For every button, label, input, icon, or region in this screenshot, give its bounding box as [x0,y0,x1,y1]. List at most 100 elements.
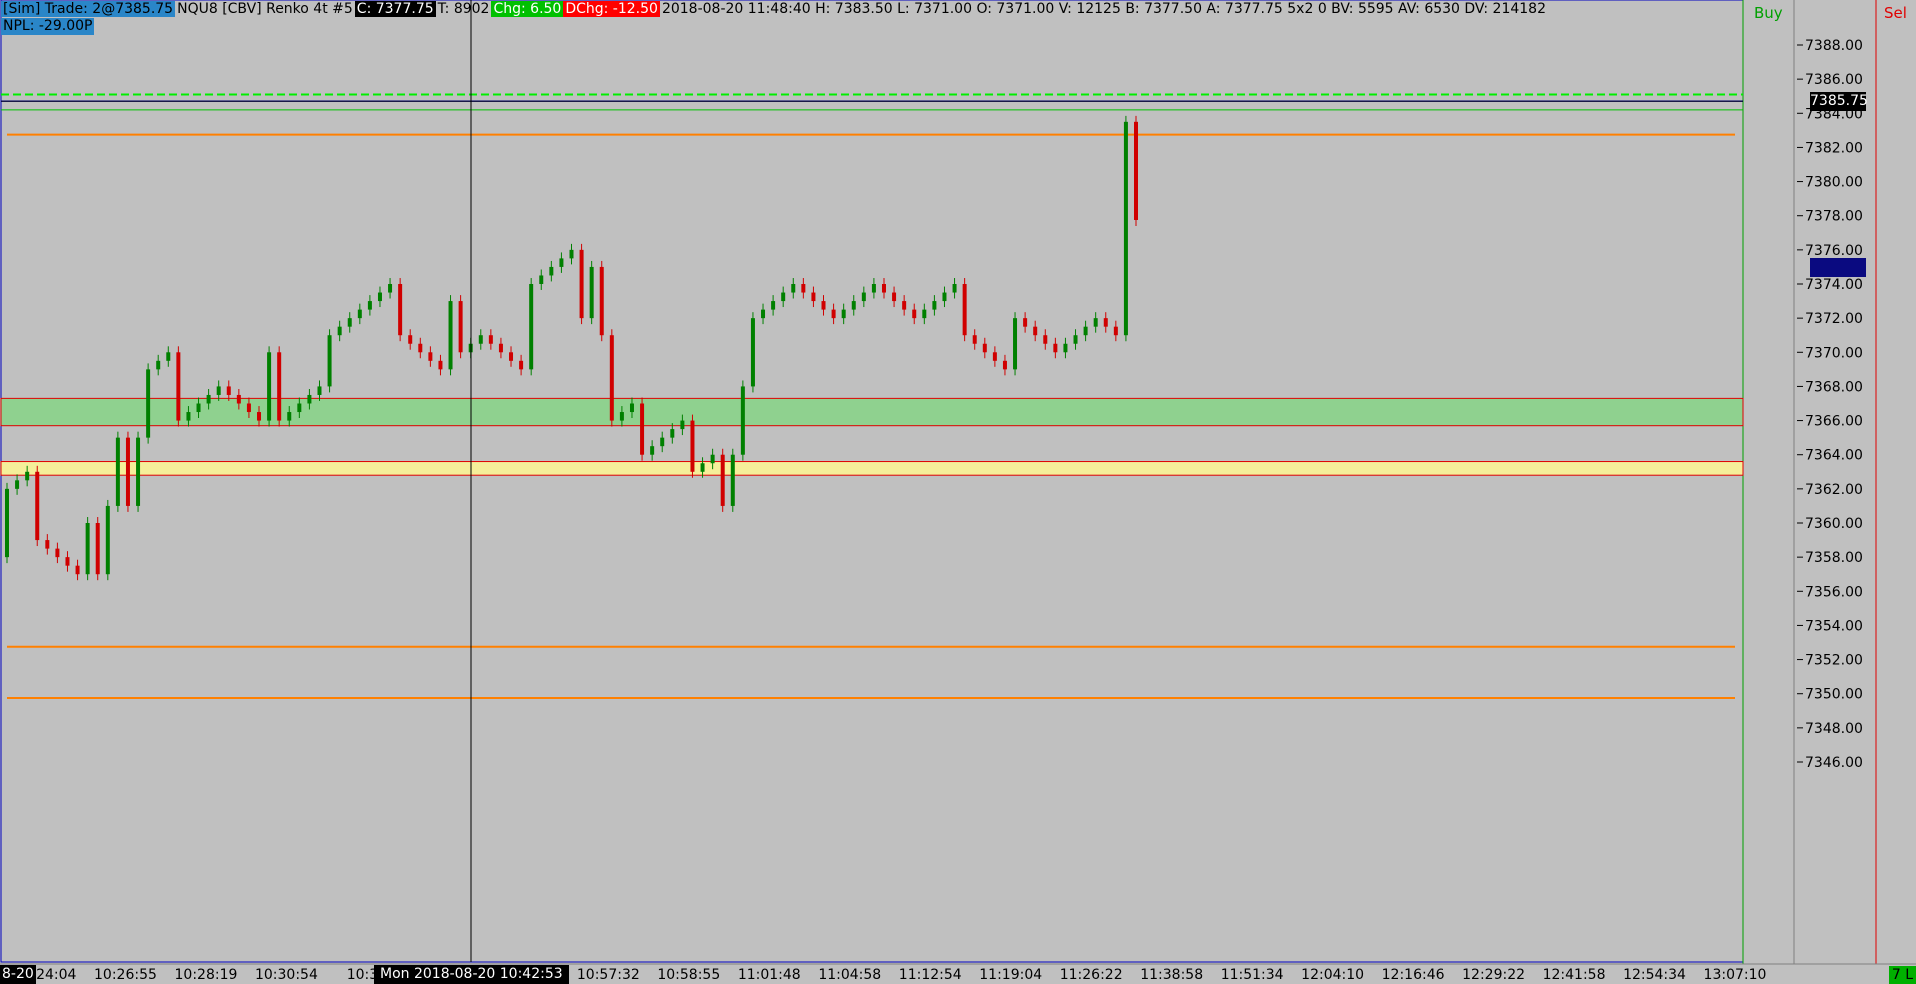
renko-bar [589,266,594,319]
renko-bar [761,309,766,319]
price-tick-label: 7368.00 [1805,379,1863,395]
renko-bar [609,335,614,421]
bar-count-badge: 7 L [1889,966,1916,984]
buy-button[interactable]: Buy [1754,4,1783,22]
renko-bar [801,284,806,293]
time-tick-label: 10:57:32 [577,967,640,983]
yellow-zone [0,461,1744,476]
renko-bar [216,386,221,395]
renko-bar [136,437,141,506]
renko-bar [912,309,917,319]
renko-bar [781,292,786,302]
renko-bar [55,548,60,558]
price-chart[interactable]: 7346.00 7348.00 7350.00 7352.00 7354.00 7356.… [0,0,1916,984]
renko-bar [1053,343,1058,353]
sim-trade-label: [Sim] Trade: 2@7385.75 [1,1,176,17]
time-tick-label: 11:19:04 [979,967,1042,983]
renko-bar [25,471,30,481]
renko-bar [972,335,977,344]
renko-bar [15,480,20,489]
sell-button[interactable]: Sel [1884,4,1907,22]
renko-bar [529,284,534,370]
renko-bar [1093,318,1098,327]
renko-bar [367,301,372,310]
renko-bar [811,292,816,302]
chart-header: [Sim] Trade: 2@7385.75 NQU8 [CBV] Renko 4… [1,0,1548,18]
left-date-label: 8-20 [0,965,36,984]
price-tick-label: 7362.00 [1805,482,1863,498]
renko-bar [327,335,332,387]
time-tick-label: 11:12:54 [899,967,962,983]
renko-bar [982,343,987,353]
renko-bar [347,318,352,327]
price-tick-label: 7364.00 [1805,448,1863,464]
renko-bar [519,360,524,370]
renko-bar [861,292,866,302]
renko-bar [246,403,251,413]
renko-bar [932,301,937,310]
renko-bar [398,284,403,336]
renko-bar [629,403,634,413]
renko-bar [428,352,433,361]
price-tick-label: 7352.00 [1805,653,1863,669]
renko-bar [166,352,171,361]
renko-bar [710,454,715,464]
renko-bar [549,266,554,276]
time-tick-label: 12:16:46 [1382,967,1445,983]
renko-bar [1103,318,1108,327]
price-tick-label: 7366.00 [1805,414,1863,430]
time-tick-label: 10:30:54 [255,967,318,983]
renko-bar [45,540,50,549]
renko-bar [1083,326,1088,336]
renko-bar [206,394,211,404]
cursor-price-marker [1810,258,1866,277]
renko-bar [871,284,876,293]
renko-bar [95,523,100,575]
renko-bar [539,275,544,284]
time-tick-label: 11:26:22 [1060,967,1123,983]
renko-bar [881,284,886,293]
renko-bar [297,403,302,413]
time-tick-label: 11:51:34 [1221,967,1284,983]
time-tick-label: 12:41:58 [1543,967,1606,983]
renko-bar [750,318,755,387]
renko-bar [337,326,342,336]
renko-bar [277,352,282,421]
price-tick-label: 7356.00 [1805,584,1863,600]
time-tick-label: 10:58:55 [657,967,720,983]
renko-bar [720,454,725,506]
renko-bar [670,429,675,438]
renko-bar [125,437,130,506]
price-tick-label: 7382.00 [1805,140,1863,156]
price-tick-label: 7374.00 [1805,277,1863,293]
renko-bar [599,266,604,336]
renko-bar [1113,326,1118,336]
time-tick-label: 10:26:55 [94,967,157,983]
renko-bar [509,352,514,361]
time-tick-label: 13:07:10 [1704,967,1767,983]
renko-bar [317,386,322,395]
time-tick-label: 12:29:22 [1462,967,1525,983]
price-tick-label: 7378.00 [1805,209,1863,225]
renko-bar [640,403,645,455]
renko-bar [287,412,292,421]
price-tick-label: 7386.00 [1805,72,1863,88]
renko-bar [115,437,120,506]
renko-bar [1063,343,1068,353]
renko-bar [1013,318,1018,370]
renko-bar [821,301,826,310]
renko-bar [65,557,70,566]
renko-bar [1123,121,1128,336]
renko-bar [267,352,272,421]
renko-bar [650,446,655,455]
renko-bar [579,249,584,319]
renko-bar [307,394,312,404]
bar-stats: 2018-08-20 11:48:40 H: 7383.50 L: 7371.0… [661,1,1546,17]
renko-bar [156,360,161,370]
time-tick-label: 11:38:58 [1140,967,1203,983]
price-tick-label: 7372.00 [1805,311,1863,327]
renko-bar [186,412,191,421]
price-tick-label: 7350.00 [1805,687,1863,703]
cursor-time-label: Mon 2018-08-20 10:42:53 [374,965,569,984]
renko-bar [952,284,957,293]
